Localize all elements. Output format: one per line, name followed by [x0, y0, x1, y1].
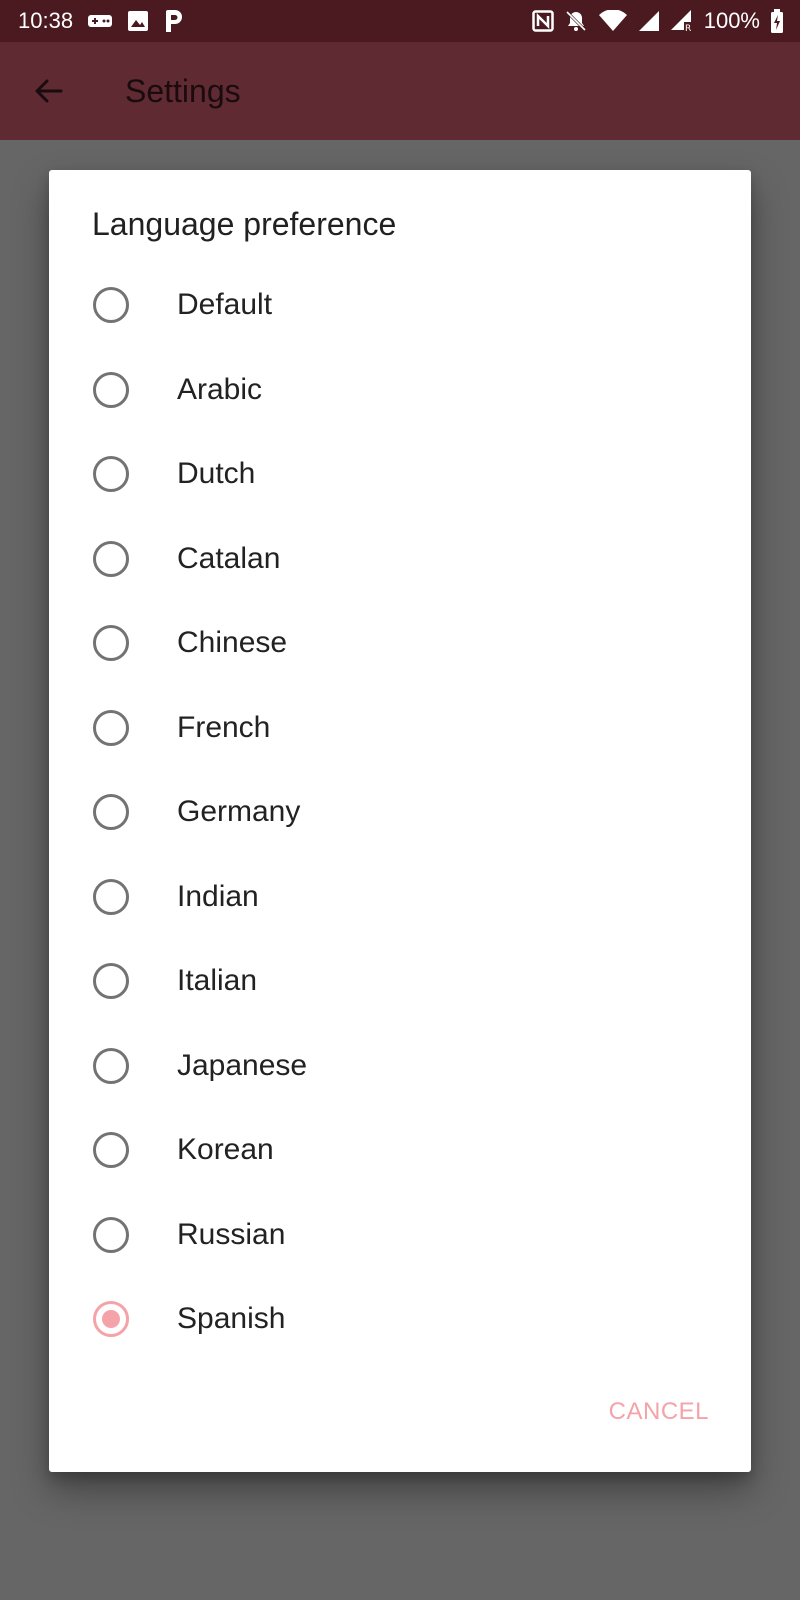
option-label: Dutch: [177, 457, 256, 491]
p-app-icon: [163, 9, 185, 33]
option-chinese[interactable]: Chinese: [49, 601, 751, 686]
option-russian[interactable]: Russian: [49, 1193, 751, 1278]
radio-button[interactable]: [93, 1216, 129, 1253]
option-arabic[interactable]: Arabic: [49, 348, 751, 433]
status-right: R 100%: [531, 8, 784, 34]
radio-button[interactable]: [93, 625, 129, 662]
nfc-icon: [531, 10, 554, 32]
option-label: Korean: [177, 1133, 274, 1167]
status-time: 10:38: [18, 8, 74, 33]
option-label: Indian: [177, 879, 259, 913]
option-japanese[interactable]: Japanese: [49, 1024, 751, 1109]
arrow-back-icon: [33, 75, 65, 107]
option-spanish[interactable]: Spanish: [49, 1277, 751, 1362]
wifi-icon: [598, 10, 628, 32]
option-label: Russian: [177, 1217, 286, 1251]
option-label: Arabic: [177, 372, 263, 406]
battery-percent: 100%: [703, 8, 760, 33]
page-title: Settings: [125, 72, 241, 109]
option-label: Germany: [177, 795, 301, 829]
app-bar: Settings: [0, 42, 800, 140]
option-germany[interactable]: Germany: [49, 770, 751, 855]
status-left: 10:38: [18, 8, 185, 34]
option-label: Italian: [177, 964, 258, 998]
option-french[interactable]: French: [49, 686, 751, 771]
option-label: Catalan: [177, 541, 281, 575]
image-icon: [127, 10, 149, 32]
option-label: French: [177, 710, 271, 744]
gamepad-icon: [87, 12, 113, 30]
radio-button[interactable]: [93, 540, 129, 577]
option-label: Spanish: [177, 1302, 286, 1336]
radio-button[interactable]: [93, 794, 129, 831]
radio-button[interactable]: [93, 1132, 129, 1169]
svg-text:R: R: [685, 24, 691, 33]
option-indian[interactable]: Indian: [49, 855, 751, 940]
radio-button[interactable]: [93, 287, 129, 324]
language-options: Default Arabic Dutch Catalan Chinese Fre…: [49, 263, 751, 1362]
back-button[interactable]: [21, 63, 77, 119]
radio-selected-dot: [102, 1310, 120, 1329]
option-dutch[interactable]: Dutch: [49, 432, 751, 517]
option-label: Chinese: [177, 626, 288, 660]
radio-button[interactable]: [93, 1047, 129, 1084]
radio-button[interactable]: [93, 709, 129, 746]
radio-button[interactable]: [93, 963, 129, 1000]
option-label: Japanese: [177, 1048, 308, 1082]
language-dialog: Language preference Default Arabic Dutch…: [49, 170, 751, 1472]
signal-icon: [638, 10, 660, 32]
bell-off-icon: [564, 9, 588, 33]
option-catalan[interactable]: Catalan: [49, 517, 751, 602]
status-bar: 10:38 R 100%: [0, 0, 800, 42]
option-korean[interactable]: Korean: [49, 1108, 751, 1193]
radio-button[interactable]: [93, 456, 129, 493]
signal-roaming-icon: R: [670, 9, 694, 33]
dialog-title: Language preference: [92, 206, 397, 242]
cancel-button[interactable]: CANCEL: [609, 1392, 709, 1432]
radio-button[interactable]: [93, 1301, 129, 1338]
radio-button[interactable]: [93, 878, 129, 915]
battery-charging-icon: [770, 9, 784, 33]
option-italian[interactable]: Italian: [49, 939, 751, 1024]
radio-button[interactable]: [93, 371, 129, 408]
option-default[interactable]: Default: [49, 263, 751, 348]
option-label: Default: [177, 288, 273, 322]
